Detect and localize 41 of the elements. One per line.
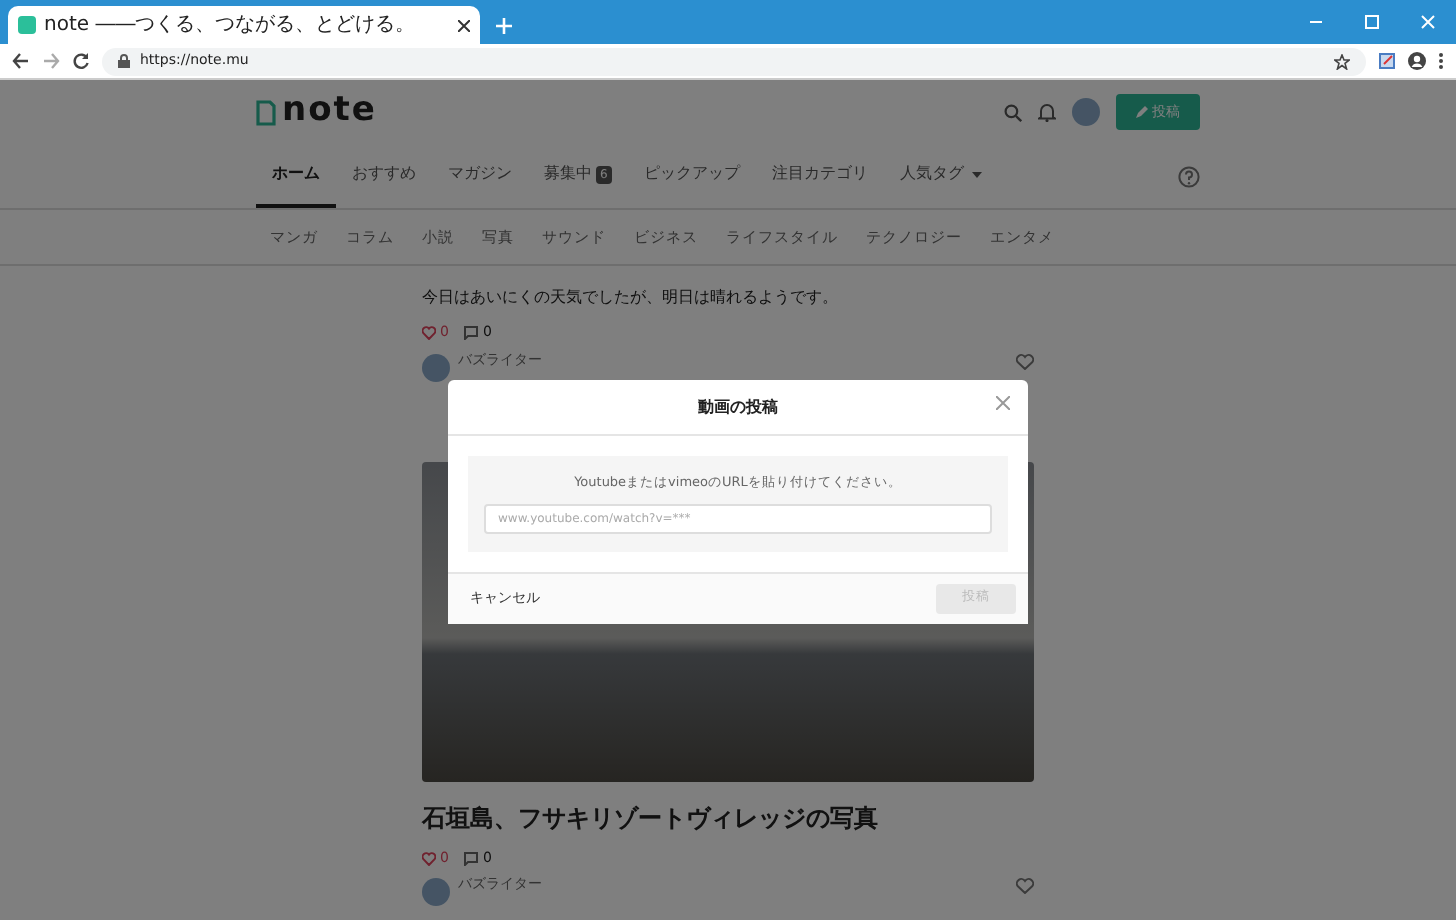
heart-icon[interactable]: [1016, 353, 1034, 370]
bell-icon[interactable]: [1038, 102, 1056, 122]
comment-icon[interactable]: [464, 326, 479, 340]
dialog-title: 動画の投稿: [698, 395, 778, 419]
account-icon[interactable]: [1408, 52, 1426, 70]
nav-tab[interactable]: 人気タグ: [883, 144, 998, 208]
maximize-icon[interactable]: [1364, 14, 1380, 30]
nav-tab[interactable]: マガジン: [432, 144, 528, 208]
logo-text: note: [282, 88, 377, 135]
menu-icon[interactable]: [1438, 52, 1444, 70]
reload-icon[interactable]: [72, 52, 90, 70]
heart-icon[interactable]: [422, 851, 436, 865]
tab-title: note ――つくる、つながる、とどける。: [44, 12, 418, 40]
lock-icon: [118, 54, 130, 68]
avatar-icon[interactable]: [422, 353, 450, 382]
search-icon[interactable]: [1004, 103, 1022, 121]
avatar-icon[interactable]: [1072, 98, 1100, 126]
comment-icon[interactable]: [464, 851, 479, 865]
notebook-icon: [256, 99, 276, 125]
close-button[interactable]: [996, 392, 1010, 414]
close-icon: [996, 396, 1010, 411]
heart-icon[interactable]: [422, 326, 436, 340]
extension-icon[interactable]: [1378, 52, 1396, 70]
forward-icon[interactable]: [42, 52, 60, 70]
nav-tab[interactable]: ピックアップ: [627, 144, 756, 208]
help-icon[interactable]: [1178, 165, 1200, 187]
post-text: 今日はあいにくの天気でしたが、明日は晴れるようです。: [422, 286, 840, 311]
post-title[interactable]: 石垣島、フサキリゾートヴィレッジの写真: [422, 799, 1034, 836]
avatar-icon[interactable]: [422, 878, 450, 907]
star-icon[interactable]: [1334, 53, 1350, 69]
nav-tab[interactable]: おすすめ: [336, 144, 432, 208]
heart-icon[interactable]: [1016, 878, 1034, 895]
browser-tab[interactable]: note ――つくる、つながる、とどける。: [8, 6, 480, 44]
new-tab-icon[interactable]: [496, 18, 512, 34]
nav-tab[interactable]: 注目カテゴリ: [755, 144, 884, 208]
nav-tab[interactable]: ホーム: [256, 144, 336, 208]
back-icon[interactable]: [12, 52, 30, 70]
pencil-icon: [1136, 106, 1148, 118]
favicon-icon: [18, 16, 36, 34]
note-logo[interactable]: note: [256, 86, 377, 138]
close-icon[interactable]: [458, 19, 470, 31]
